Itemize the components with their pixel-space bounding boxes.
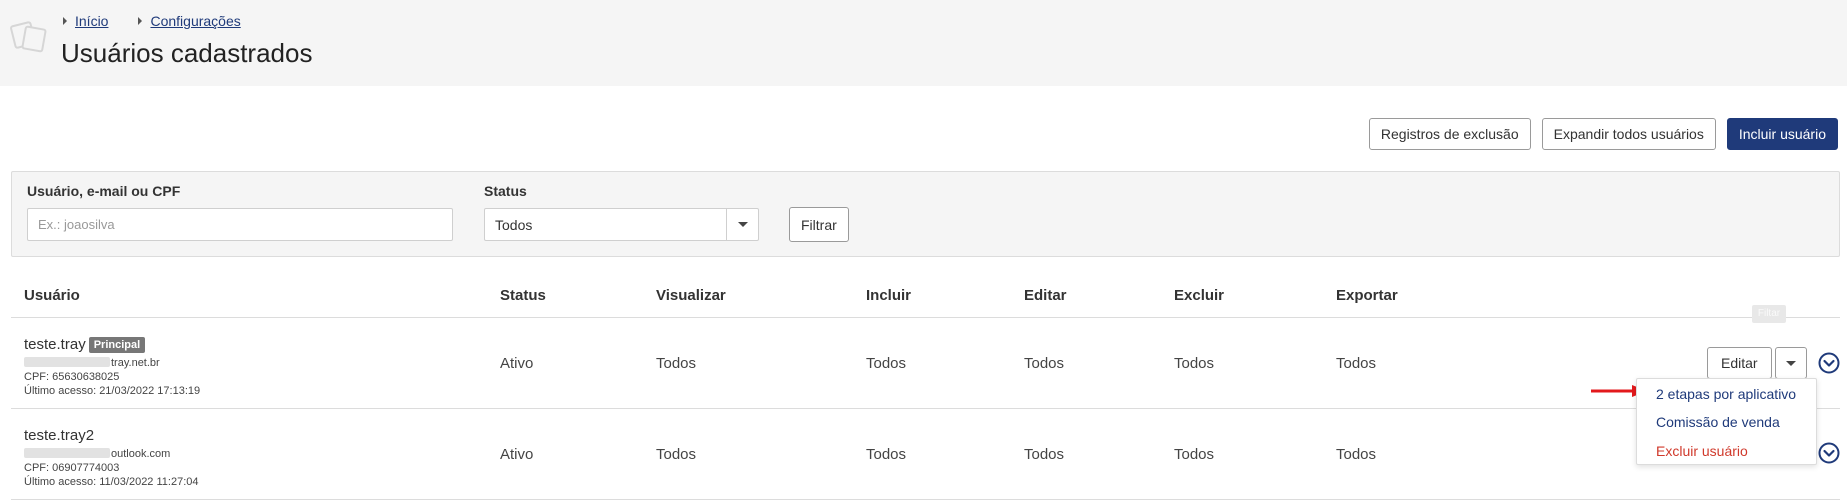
status-cell: Ativo bbox=[500, 446, 534, 463]
edit-user-button[interactable]: Editar bbox=[1707, 347, 1772, 379]
export-cell: Todos bbox=[1336, 355, 1377, 372]
export-cell: Todos bbox=[1336, 446, 1377, 463]
user-email-domain: tray.net.br bbox=[111, 357, 160, 369]
edit-cell: Todos bbox=[1024, 446, 1065, 463]
user-cpf: CPF: 65630638025 bbox=[24, 371, 120, 383]
column-header-export: Exportar bbox=[1336, 287, 1398, 304]
ghost-tooltip: Filtar bbox=[1752, 305, 1786, 323]
user-search-input[interactable] bbox=[27, 208, 453, 241]
column-header-include: Incluir bbox=[866, 287, 912, 304]
column-header-user: Usuário bbox=[24, 287, 80, 304]
user-name: teste.tray2 bbox=[24, 427, 95, 444]
status-select-value: Todos bbox=[495, 216, 533, 233]
delete-cell: Todos bbox=[1174, 355, 1215, 372]
menu-item-two-step-app[interactable]: 2 etapas por aplicativo bbox=[1656, 386, 1796, 402]
more-actions-toggle[interactable] bbox=[1775, 347, 1807, 379]
papers-icon bbox=[10, 21, 47, 53]
user-name: teste.tray Principal bbox=[24, 336, 146, 353]
chevron-down-icon bbox=[737, 222, 748, 227]
breadcrumb-item-settings: Configurações bbox=[138, 13, 241, 29]
user-cpf: CPF: 06907774003 bbox=[24, 462, 120, 474]
user-email: outlook.com bbox=[24, 448, 170, 460]
table-header: Usuário Status Visualizar Incluir Editar… bbox=[11, 275, 1840, 318]
column-header-delete: Excluir bbox=[1174, 287, 1225, 304]
filter-button[interactable]: Filtrar bbox=[789, 207, 849, 242]
status-select[interactable]: Todos bbox=[484, 208, 759, 241]
add-user-button[interactable]: Incluir usuário bbox=[1726, 118, 1838, 150]
include-cell: Todos bbox=[866, 446, 907, 463]
table-row: teste.tray2 outlook.com CPF: 06907774003… bbox=[11, 409, 1840, 500]
table-row: teste.tray Principal tray.net.br CPF: 656… bbox=[11, 318, 1840, 409]
select-arrow[interactable] bbox=[726, 209, 758, 240]
status-filter-label: Status bbox=[484, 183, 527, 199]
breadcrumb-link-home[interactable]: Início bbox=[75, 13, 108, 29]
page-header: Início Configurações Usuários cadastrado… bbox=[0, 0, 1847, 86]
expand-row-icon[interactable] bbox=[1818, 442, 1840, 464]
caret-right-icon bbox=[138, 17, 143, 25]
principal-badge: Principal bbox=[88, 337, 146, 353]
page-title: Usuários cadastrados bbox=[61, 38, 313, 68]
chevron-down-icon bbox=[1786, 360, 1796, 366]
expand-all-users-button[interactable]: Expandir todos usuários bbox=[1541, 118, 1716, 150]
users-table: Usuário Status Visualizar Incluir Editar… bbox=[11, 275, 1840, 500]
column-header-edit: Editar bbox=[1024, 287, 1067, 304]
filter-panel: Usuário, e-mail ou CPF Status Todos Filt… bbox=[11, 171, 1840, 257]
redacted-email bbox=[24, 448, 110, 458]
action-bar: Registros de exclusão Expandir todos usu… bbox=[1368, 118, 1838, 150]
user-email: tray.net.br bbox=[24, 357, 160, 369]
column-header-view: Visualizar bbox=[656, 287, 726, 304]
breadcrumb-item-home: Início bbox=[63, 13, 108, 29]
user-last-access: Último acesso: 21/03/2022 17:13:19 bbox=[24, 385, 201, 397]
menu-item-delete-user[interactable]: Excluir usuário bbox=[1656, 443, 1748, 459]
delete-cell: Todos bbox=[1174, 446, 1215, 463]
user-name-text: teste.tray bbox=[24, 336, 86, 353]
edit-cell: Todos bbox=[1024, 355, 1065, 372]
redacted-email bbox=[24, 357, 110, 367]
include-cell: Todos bbox=[866, 355, 907, 372]
user-filter-label: Usuário, e-mail ou CPF bbox=[27, 183, 181, 199]
status-cell: Ativo bbox=[500, 355, 534, 372]
deletion-logs-button[interactable]: Registros de exclusão bbox=[1368, 118, 1531, 150]
breadcrumb-link-settings[interactable]: Configurações bbox=[150, 13, 240, 29]
user-last-access: Último acesso: 11/03/2022 11:27:04 bbox=[24, 476, 199, 488]
view-cell: Todos bbox=[656, 446, 697, 463]
user-actions-dropdown: 2 etapas por aplicativo Comissão de vend… bbox=[1636, 378, 1817, 465]
caret-right-icon bbox=[63, 17, 67, 25]
user-email-domain: outlook.com bbox=[111, 448, 171, 460]
breadcrumb: Início Configurações bbox=[63, 13, 271, 29]
expand-row-icon[interactable] bbox=[1818, 352, 1840, 374]
menu-item-sales-commission[interactable]: Comissão de venda bbox=[1656, 414, 1780, 430]
view-cell: Todos bbox=[656, 355, 697, 372]
column-header-status: Status bbox=[500, 287, 546, 304]
